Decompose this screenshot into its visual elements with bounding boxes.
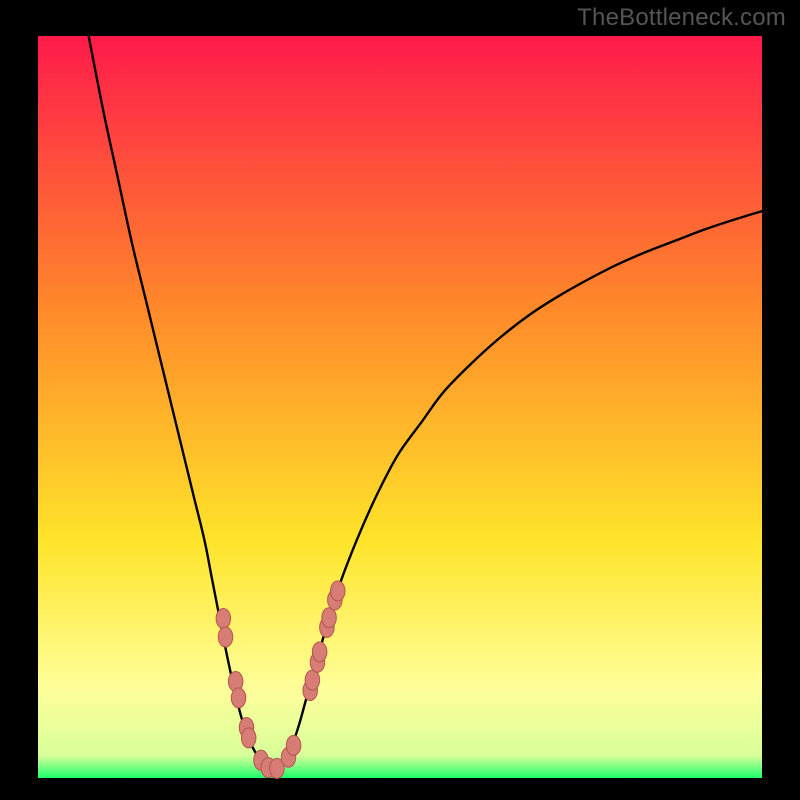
chart-canvas — [0, 0, 800, 800]
data-marker — [218, 627, 232, 647]
attribution-text: TheBottleneck.com — [577, 4, 786, 32]
data-marker — [322, 608, 336, 628]
data-marker — [216, 608, 230, 628]
data-marker — [312, 642, 326, 662]
bottleneck-chart: TheBottleneck.com — [0, 0, 800, 800]
data-marker — [286, 735, 300, 755]
data-marker — [231, 688, 245, 708]
data-marker — [241, 728, 255, 748]
data-marker — [331, 581, 345, 601]
data-marker — [305, 670, 319, 690]
